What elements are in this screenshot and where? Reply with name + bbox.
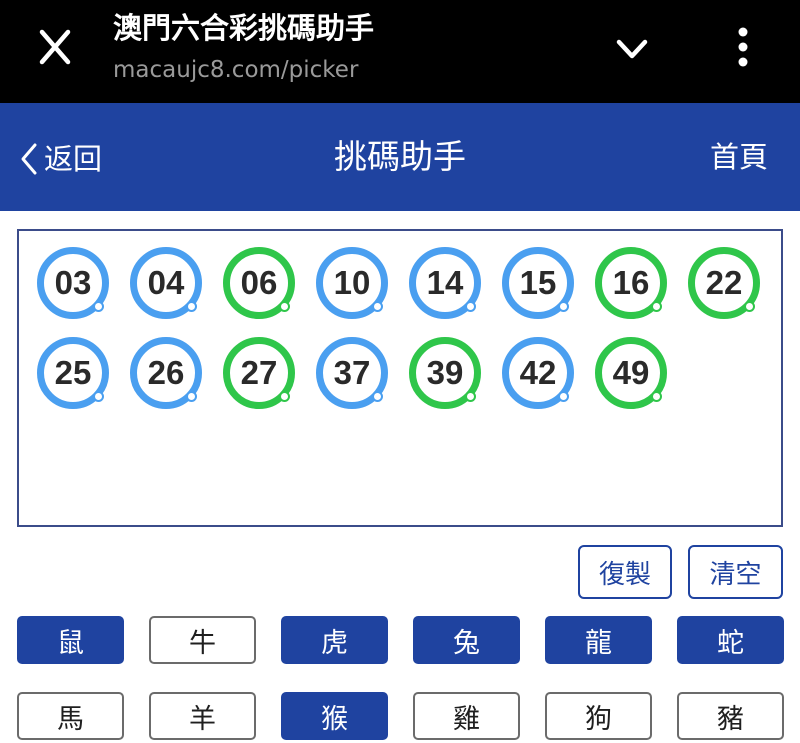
ball-highlight (372, 301, 383, 312)
number-ball[interactable]: 06 (223, 247, 295, 319)
browser-url[interactable]: macaujc8.com/picker (113, 55, 358, 85)
number-ball[interactable]: 14 (409, 247, 481, 319)
ball-highlight (93, 391, 104, 402)
ball-highlight (465, 301, 476, 312)
number-ball[interactable]: 22 (688, 247, 760, 319)
browser-bar: 澳門六合彩挑碼助手 macaujc8.com/picker (0, 0, 800, 103)
page-title: 挑碼助手 (334, 137, 466, 176)
number-ball[interactable]: 04 (130, 247, 202, 319)
zodiac-button[interactable]: 狗 (545, 692, 652, 740)
number-ball[interactable]: 37 (316, 337, 388, 409)
number-ball[interactable]: 10 (316, 247, 388, 319)
ball-highlight (279, 301, 290, 312)
ball-highlight (558, 391, 569, 402)
ball-highlight (651, 391, 662, 402)
zodiac-button[interactable]: 蛇 (677, 616, 784, 664)
number-ball[interactable]: 27 (223, 337, 295, 409)
ball-highlight (186, 391, 197, 402)
app-header: 返回 挑碼助手 首頁 (0, 103, 800, 211)
more-options-icon[interactable] (722, 22, 764, 72)
number-ball[interactable]: 16 (595, 247, 667, 319)
zodiac-button[interactable]: 兔 (413, 616, 520, 664)
home-button[interactable]: 首頁 (710, 139, 768, 175)
ball-highlight (93, 301, 104, 312)
zodiac-button[interactable]: 猴 (281, 692, 388, 740)
browser-page-title: 澳門六合彩挑碼助手 (113, 11, 375, 45)
ball-highlight (465, 391, 476, 402)
zodiac-button[interactable]: 龍 (545, 616, 652, 664)
number-ball[interactable]: 39 (409, 337, 481, 409)
zodiac-button[interactable]: 鼠 (17, 616, 124, 664)
number-ball[interactable]: 25 (37, 337, 109, 409)
zodiac-button[interactable]: 馬 (17, 692, 124, 740)
ball-highlight (186, 301, 197, 312)
ball-highlight (651, 301, 662, 312)
number-ball[interactable]: 49 (595, 337, 667, 409)
selected-numbers-panel: 03 04 06 10 14 15 16 22 25 26 27 37 39 42 49 (17, 229, 783, 527)
ball-highlight (744, 301, 755, 312)
ball-highlight (558, 301, 569, 312)
number-ball[interactable]: 03 (37, 247, 109, 319)
zodiac-button[interactable]: 豬 (677, 692, 784, 740)
number-ball[interactable]: 15 (502, 247, 574, 319)
chevron-down-icon[interactable] (608, 30, 656, 70)
close-icon[interactable] (30, 25, 80, 69)
copy-button[interactable]: 復製 (578, 545, 672, 599)
number-ball[interactable]: 26 (130, 337, 202, 409)
number-ball[interactable]: 42 (502, 337, 574, 409)
zodiac-button[interactable]: 虎 (281, 616, 388, 664)
ball-highlight (279, 391, 290, 402)
zodiac-button[interactable]: 牛 (149, 616, 256, 664)
zodiac-button[interactable]: 雞 (413, 692, 520, 740)
zodiac-button[interactable]: 羊 (149, 692, 256, 740)
clear-button[interactable]: 清空 (688, 545, 783, 599)
ball-highlight (372, 391, 383, 402)
